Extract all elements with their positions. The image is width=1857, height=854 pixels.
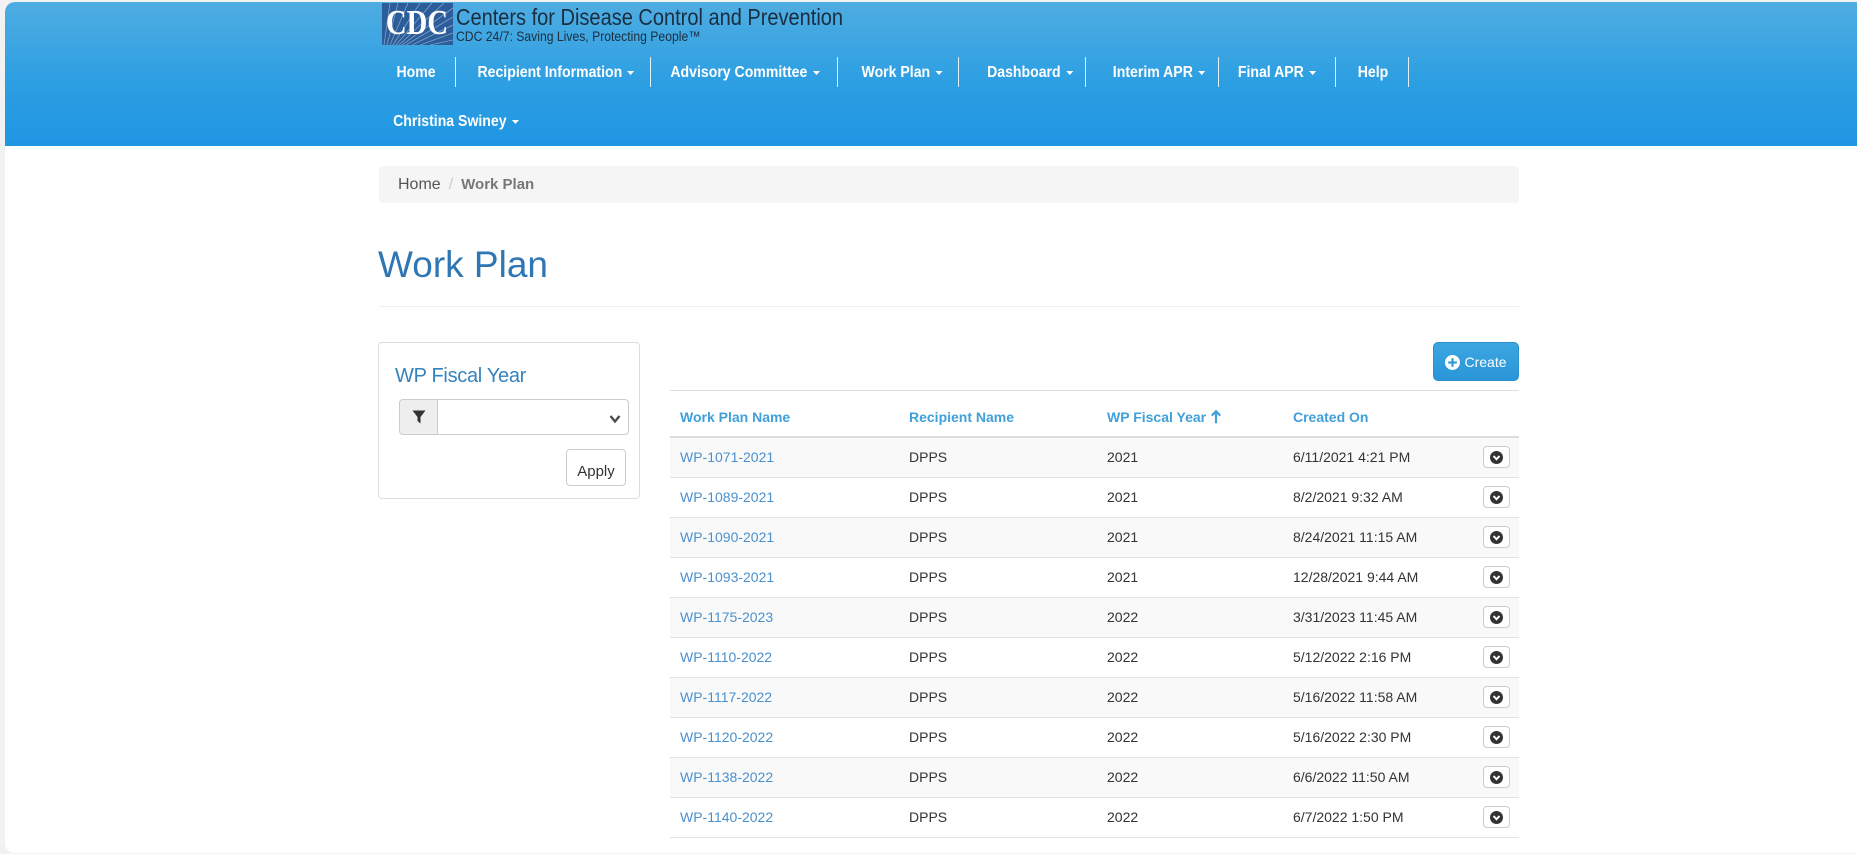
- svg-text:CDC: CDC: [386, 3, 448, 42]
